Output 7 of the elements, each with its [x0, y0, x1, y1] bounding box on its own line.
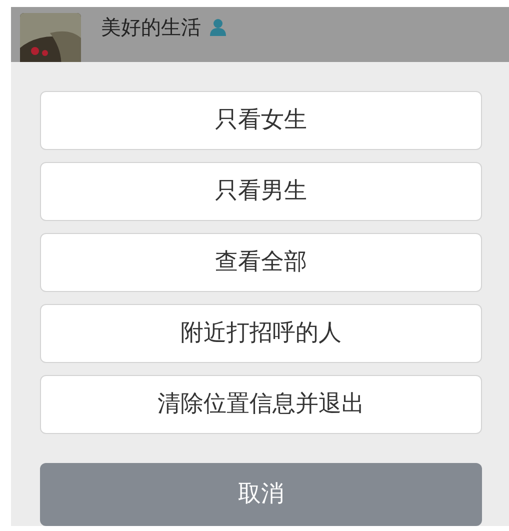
option-button[interactable]: 查看全部	[40, 233, 482, 292]
option-button[interactable]: 清除位置信息并退出	[40, 375, 482, 434]
user-name: 美好的生活	[101, 14, 201, 41]
person-icon	[209, 18, 227, 36]
option-button[interactable]: 附近打招呼的人	[40, 304, 482, 363]
option-button[interactable]: 只看男生	[40, 162, 482, 221]
option-button[interactable]: 只看女生	[40, 91, 482, 150]
